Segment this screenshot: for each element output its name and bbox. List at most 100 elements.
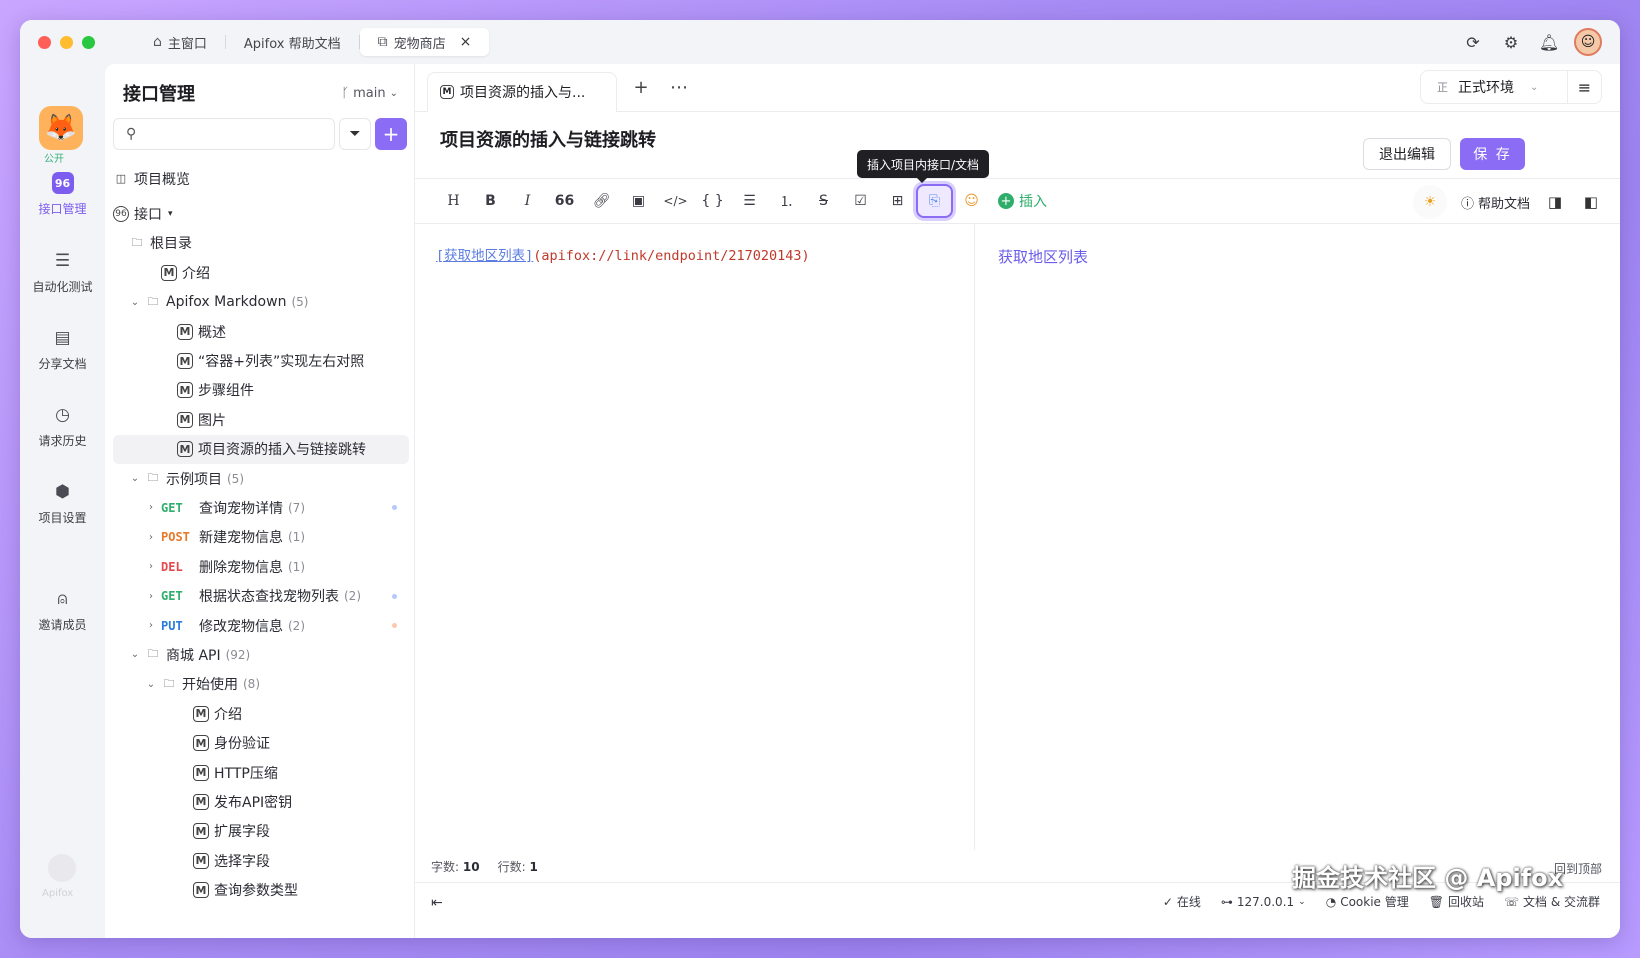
chevron-right-icon[interactable]: › [145, 502, 157, 513]
markdown-editor[interactable]: [获取地区列表](apifox://link/endpoint/21702014… [415, 224, 975, 850]
folder-tree-item[interactable]: ⌄ 🗀︎ Apifox Markdown (5) [113, 288, 409, 317]
main-editor-area: M 项目资源的插入与... + ⋯ 正 正式环境 ⌄ ≡ 项目资源的插入与链接跳… [415, 64, 1620, 938]
folder-tree-item[interactable]: ⌄ 🗀︎ 商城 API (92) [113, 640, 409, 669]
bell-icon[interactable]: 🔔︎ [1536, 29, 1562, 55]
doc-tree-item[interactable]: M 介绍 [113, 258, 409, 287]
ordered-list-icon[interactable]: ⒈ [768, 184, 805, 218]
doc-tree-item[interactable]: M 扩展字段 [113, 817, 409, 846]
search-input[interactable] [144, 126, 334, 142]
theme-toggle-icon[interactable]: ☀ [1412, 185, 1447, 219]
exit-edit-button[interactable]: 退出编辑 [1363, 138, 1451, 170]
menu-icon[interactable]: ≡ [1567, 71, 1601, 103]
split-view-icon[interactable]: ◨ [1544, 191, 1566, 213]
window-tab-home[interactable]: ⌂ 主窗口 [135, 28, 225, 56]
heading-icon[interactable]: H [435, 184, 472, 218]
link-icon[interactable]: 🔗︎ [583, 184, 620, 218]
rail-item-auto-test[interactable]: ☰ 自动化测试 [20, 250, 105, 295]
minimize-window-button[interactable] [60, 35, 73, 49]
rail-item-history[interactable]: ◷ 请求历史 [20, 404, 105, 449]
window-tab-pet-store[interactable]: ⧉ 宠物商店 × [359, 28, 490, 56]
doc-tree-item[interactable]: M 项目资源的插入与链接跳转 [113, 434, 409, 464]
chevron-down-icon[interactable]: ⌄ [129, 297, 141, 308]
item-count: (2) [288, 618, 305, 633]
branch-selector[interactable]: ᚴ main ⌄ [341, 86, 398, 101]
item-count: (7) [288, 500, 305, 515]
tree-item-api-root[interactable]: 96 接口 ▾ [113, 199, 409, 228]
quote-icon[interactable]: 66 [546, 184, 583, 218]
recycle-bin[interactable]: 🗑︎ 回收站 [1429, 893, 1484, 910]
italic-icon[interactable]: I [509, 184, 546, 218]
doc-tree-item[interactable]: M HTTP压缩 [113, 758, 409, 787]
help-docs-link[interactable]: ⓘ 帮助文档 [1461, 193, 1530, 212]
project-logo[interactable]: 🦊 [39, 106, 83, 150]
preview-pane-icon[interactable]: ◧ [1580, 191, 1602, 213]
doc-tree-item[interactable]: M 步骤组件 [113, 376, 409, 405]
doc-tree-item[interactable]: M 身份验证 [113, 728, 409, 757]
api-tree-item[interactable]: › POST 新建宠物信息 (1) [113, 523, 409, 552]
api-tree-item[interactable]: › DEL 删除宠物信息 (1) [113, 552, 409, 581]
image-icon[interactable]: ▣ [620, 184, 657, 218]
api-tree-item[interactable]: › GET 根据状态查找宠物列表 (2) [113, 581, 409, 610]
tree-item-root-dir[interactable]: 🗀︎ 根目录 [113, 229, 409, 258]
new-tab-button[interactable]: + [627, 74, 655, 102]
doc-tree-item[interactable]: M “容器+列表”实现左右对照 [113, 346, 409, 375]
save-button[interactable]: 保 存 [1460, 138, 1525, 170]
api-tree-item[interactable]: › GET 查询宠物详情 (7) [113, 493, 409, 522]
strikethrough-icon[interactable]: S [805, 184, 842, 218]
community-link[interactable]: ☏ 文档 & 交流群 [1504, 893, 1600, 910]
preview-link[interactable]: 获取地区列表 [998, 248, 1088, 266]
checkbox-icon[interactable]: ☑ [842, 184, 879, 218]
gear-icon[interactable]: ⚙ [1498, 29, 1524, 55]
tree-item-overview[interactable]: ◫ 项目概览 [113, 164, 409, 193]
maximize-window-button[interactable] [82, 35, 95, 49]
rail-item-invite[interactable]: ⍝ 邀请成员 [20, 588, 105, 633]
http-method-badge: GET [161, 500, 183, 515]
chevron-right-icon[interactable]: › [145, 591, 157, 602]
environment-selector[interactable]: 正 正式环境 ⌄ ≡ [1420, 70, 1602, 104]
doc-tree-item[interactable]: M 查询参数类型 [113, 875, 409, 904]
bold-icon[interactable]: B [472, 184, 509, 218]
insert-button[interactable]: + 插入 [998, 191, 1047, 211]
chevron-down-icon[interactable]: ⌄ [129, 473, 141, 484]
doc-tree-item[interactable]: M 选择字段 [113, 846, 409, 875]
sync-icon[interactable]: ⟳ [1460, 29, 1486, 55]
cookie-manager[interactable]: ◔ Cookie 管理 [1326, 893, 1409, 910]
filter-button[interactable]: ⏷ [339, 118, 371, 150]
folder-tree-item[interactable]: ⌄ 🗀︎ 示例项目 (5) [113, 464, 409, 493]
avatar[interactable]: ☺ [1574, 28, 1602, 56]
close-window-button[interactable] [38, 35, 51, 49]
emoji-icon[interactable]: ☺ [953, 184, 990, 218]
chevron-right-icon[interactable]: › [145, 561, 157, 572]
markdown-icon: M [193, 705, 209, 722]
rail-item-share-docs[interactable]: ▤ 分享文档 [20, 327, 105, 372]
code-icon[interactable]: </> [657, 184, 694, 218]
chevron-right-icon[interactable]: › [145, 620, 157, 631]
chevron-down-icon[interactable]: ⌄ [129, 649, 141, 660]
more-icon[interactable]: ⋯ [665, 74, 693, 102]
doc-tree-item[interactable]: M 图片 [113, 405, 409, 434]
doc-tree-item[interactable]: M 介绍 [113, 699, 409, 728]
host-selector[interactable]: ⊶ 127.0.0.1 ⌄ [1221, 895, 1306, 909]
doc-tree-item[interactable]: M 发布API密钥 [113, 787, 409, 816]
collapse-sidebar-icon[interactable]: ⇤ [431, 895, 443, 911]
chevron-down-icon[interactable]: ⌄ [145, 679, 157, 690]
table-icon[interactable]: ⊞ [879, 184, 916, 218]
doc-tab-active[interactable]: M 项目资源的插入与... [427, 71, 617, 112]
folder-tree-item[interactable]: ⌄ 🗀︎ 开始使用 (8) [113, 670, 409, 699]
insert-project-link-icon[interactable]: ⎘ [916, 184, 953, 218]
search-box[interactable]: ⚲ [113, 118, 335, 150]
bullet-list-icon[interactable]: ☰ [731, 184, 768, 218]
code-block-icon[interactable]: { } [694, 184, 731, 218]
doc-tree-item[interactable]: M 概述 [113, 317, 409, 346]
window-tab-help-docs[interactable]: Apifox 帮助文档 [226, 28, 359, 56]
rail-item-project-settings[interactable]: ⬢ 项目设置 [20, 481, 105, 526]
tree-list: ◫ 项目概览 96 接口 ▾ 🗀︎ 根目录 M 介绍 ⌄ 🗀︎ Apifox Markd… [113, 164, 409, 905]
chevron-right-icon[interactable]: › [145, 532, 157, 543]
close-tab-icon[interactable]: × [460, 34, 472, 50]
api-tree-item[interactable]: › PUT 修改宠物信息 (2) [113, 611, 409, 640]
status-dot [392, 593, 397, 599]
add-button[interactable]: + [375, 118, 407, 150]
rail-item-api-management[interactable]: 96 接口管理 [20, 172, 105, 217]
online-status[interactable]: ✓ 在线 [1163, 893, 1201, 910]
env-badge: 正 [1437, 81, 1448, 94]
